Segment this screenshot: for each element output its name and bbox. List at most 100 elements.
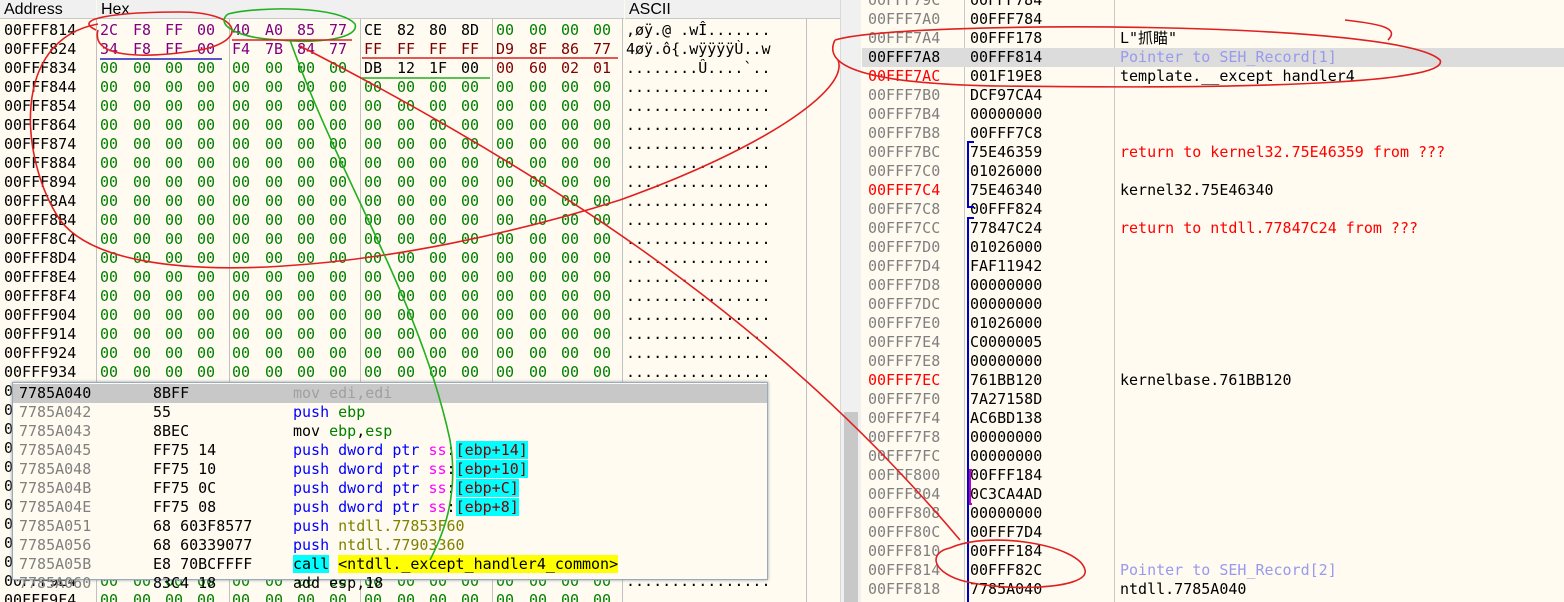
dump-byte[interactable]: FF	[165, 40, 183, 59]
dump-byte[interactable]: 00	[529, 173, 547, 192]
dump-byte[interactable]: 00	[496, 173, 514, 192]
dump-byte[interactable]: 00	[496, 192, 514, 211]
dump-byte[interactable]: 00	[297, 192, 315, 211]
dump-byte[interactable]: 00	[429, 116, 447, 135]
dump-row[interactable]: 00FFF844 00 00 00 00 00 00 00 00 00 00 00 00 00 00 00 00…	[0, 78, 806, 97]
dump-byte[interactable]: 00	[100, 268, 118, 287]
dump-row[interactable]: 00FFF904 00 00 00 00 00 00 00 00 00 00 00 00 00 00 00 00…	[0, 306, 806, 325]
dump-byte[interactable]: 00	[329, 135, 347, 154]
dump-byte[interactable]: 00	[165, 78, 183, 97]
dump-byte[interactable]: 00	[165, 325, 183, 344]
dump-byte[interactable]: 00	[593, 268, 611, 287]
dump-byte[interactable]: 00	[265, 249, 283, 268]
dump-byte[interactable]: 00	[265, 230, 283, 249]
dump-byte[interactable]: 00	[429, 268, 447, 287]
dump-byte[interactable]: 00	[529, 192, 547, 211]
dump-byte[interactable]: 00	[100, 59, 118, 78]
dump-row[interactable]: 00FFF8E4 00 00 00 00 00 00 00 00 00 00 00 00 00 00 00 00…	[0, 268, 806, 287]
dump-byte[interactable]: 1F	[429, 59, 447, 78]
dump-byte[interactable]: 00	[461, 344, 479, 363]
dump-byte[interactable]: 00	[461, 154, 479, 173]
dump-byte[interactable]: 00	[297, 249, 315, 268]
dump-byte[interactable]: 00	[461, 211, 479, 230]
dump-byte[interactable]: 00	[100, 135, 118, 154]
dump-byte[interactable]: 00	[429, 211, 447, 230]
dump-byte[interactable]: 00	[461, 116, 479, 135]
dump-byte[interactable]: 00	[529, 249, 547, 268]
dump-byte[interactable]: 00	[561, 230, 579, 249]
dump-byte[interactable]: 00	[197, 363, 215, 382]
dump-byte[interactable]: 00	[496, 154, 514, 173]
dump-byte[interactable]: 00	[329, 97, 347, 116]
dump-byte[interactable]: 00	[100, 154, 118, 173]
dump-byte[interactable]: 00	[165, 344, 183, 363]
dump-byte[interactable]: 00	[397, 97, 415, 116]
dump-row[interactable]: 00FFF914 00 00 00 00 00 00 00 00 00 00 00 00 00 00 00 00…	[0, 325, 806, 344]
dump-byte[interactable]: 00	[197, 21, 215, 40]
dump-byte[interactable]: 00	[100, 192, 118, 211]
dump-byte[interactable]: 00	[297, 97, 315, 116]
dump-byte[interactable]: 00	[133, 287, 151, 306]
dump-byte[interactable]: 00	[429, 363, 447, 382]
dump-byte[interactable]: CE	[364, 21, 382, 40]
dump-byte[interactable]: 00	[593, 325, 611, 344]
dump-byte[interactable]: 00	[165, 192, 183, 211]
dump-byte[interactable]: 00	[529, 135, 547, 154]
dump-byte[interactable]: 00	[496, 287, 514, 306]
dump-byte[interactable]: 00	[561, 116, 579, 135]
dump-byte[interactable]: 00	[197, 325, 215, 344]
dump-byte[interactable]: 00	[364, 173, 382, 192]
dump-byte[interactable]: 00	[100, 287, 118, 306]
dump-byte[interactable]: 8F	[529, 40, 547, 59]
dump-byte[interactable]: 00	[397, 325, 415, 344]
dump-byte[interactable]: 84	[297, 40, 315, 59]
dump-byte[interactable]: 77	[329, 40, 347, 59]
dump-byte[interactable]: 00	[232, 116, 250, 135]
dump-byte[interactable]: 00	[397, 116, 415, 135]
dump-byte[interactable]: 00	[329, 249, 347, 268]
dump-byte[interactable]: 00	[297, 211, 315, 230]
dump-byte[interactable]: 82	[397, 21, 415, 40]
dump-byte[interactable]: 00	[133, 325, 151, 344]
dump-row[interactable]: 00FFF874 00 00 00 00 00 00 00 00 00 00 00 00 00 00 00 00…	[0, 135, 806, 154]
dump-byte[interactable]: 00	[232, 173, 250, 192]
dump-byte[interactable]: 00	[397, 363, 415, 382]
dump-byte[interactable]: 00	[593, 287, 611, 306]
dump-byte[interactable]: 00	[461, 306, 479, 325]
dump-byte[interactable]: 00	[397, 306, 415, 325]
dump-byte[interactable]: 12	[397, 59, 415, 78]
dump-byte[interactable]: 00	[364, 154, 382, 173]
dump-byte[interactable]: 00	[133, 268, 151, 287]
dump-byte[interactable]: 00	[364, 192, 382, 211]
dump-byte[interactable]: 00	[165, 116, 183, 135]
dump-byte[interactable]: 00	[197, 173, 215, 192]
dump-byte[interactable]: 00	[461, 173, 479, 192]
dump-byte[interactable]: 00	[329, 78, 347, 97]
dump-byte[interactable]: 00	[297, 135, 315, 154]
dump-byte[interactable]: 00	[165, 173, 183, 192]
dump-byte[interactable]: 00	[429, 287, 447, 306]
dump-byte[interactable]: 00	[329, 59, 347, 78]
dump-byte[interactable]: 00	[461, 78, 479, 97]
dump-byte[interactable]: 00	[297, 230, 315, 249]
dump-byte[interactable]: 00	[197, 59, 215, 78]
dump-byte[interactable]: 00	[100, 363, 118, 382]
address-column-header[interactable]: Address	[0, 0, 96, 19]
dump-byte[interactable]: DB	[364, 59, 382, 78]
dump-byte[interactable]: 00	[133, 249, 151, 268]
dump-byte[interactable]: 00	[496, 211, 514, 230]
dump-byte[interactable]: 2C	[100, 21, 118, 40]
dump-byte[interactable]: 00	[429, 249, 447, 268]
dump-byte[interactable]: 00	[461, 97, 479, 116]
dump-byte[interactable]: 00	[165, 97, 183, 116]
dump-byte[interactable]: 00	[561, 268, 579, 287]
dump-row[interactable]: 00FFF834 00 00 00 00 00 00 00 00 DB 12 1F 00 00 60 02 01…	[0, 59, 806, 78]
dump-byte[interactable]: 40	[232, 21, 250, 40]
dump-byte[interactable]: 00	[232, 211, 250, 230]
dump-byte[interactable]: 00	[496, 116, 514, 135]
dump-byte[interactable]: 00	[429, 97, 447, 116]
dump-byte[interactable]: 00	[265, 306, 283, 325]
dump-byte[interactable]: 00	[232, 306, 250, 325]
dump-byte[interactable]: 01	[593, 59, 611, 78]
dump-byte[interactable]: 00	[429, 325, 447, 344]
